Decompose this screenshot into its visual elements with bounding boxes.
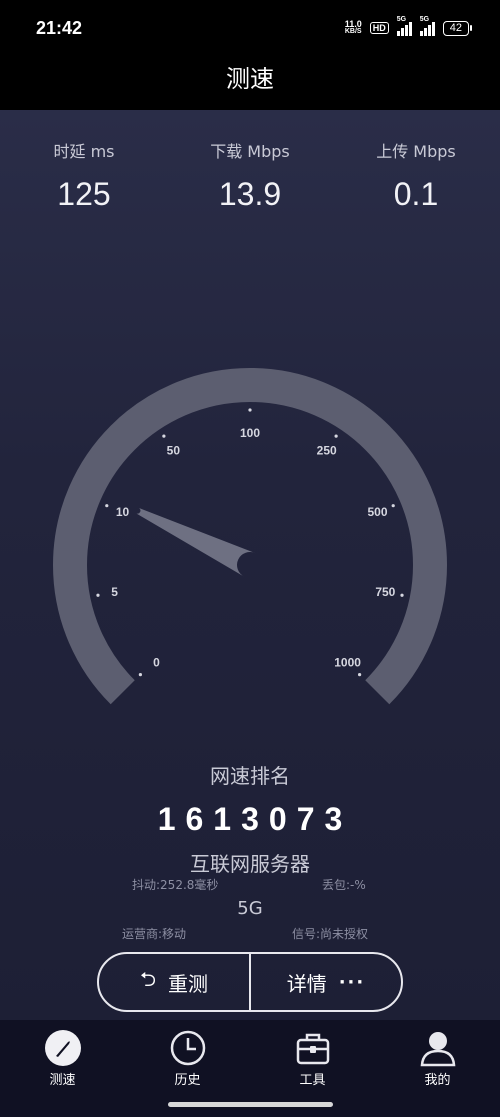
- gauge-tick-label: 500: [367, 505, 387, 519]
- network-type: 5G: [237, 898, 263, 919]
- gauge-tick-label: 1000: [334, 656, 361, 670]
- toolbox-icon: [293, 1028, 333, 1068]
- action-bar: ⮌ 重测 详情 ···: [97, 952, 403, 1012]
- gauge-tick-label: 5: [111, 585, 118, 599]
- gauge-tick-mark: [248, 408, 252, 412]
- user-icon: [418, 1028, 458, 1068]
- speed-test-panel: 时延 ms 125 下载 Mbps 13.9 上传 Mbps 0.1 0 5 10 5…: [0, 110, 500, 1020]
- gauge-tick-label: 0: [153, 656, 160, 670]
- status-bar: 21:42 11.0 KB/S HD 5G 5G 42: [0, 0, 500, 56]
- speedometer-icon: [43, 1028, 83, 1068]
- signal-strength-icon-2: 5G: [419, 16, 435, 36]
- details-label: 详情: [286, 971, 327, 996]
- packet-loss-text: 丢包:-%: [322, 878, 366, 892]
- gauge-tick-mark: [162, 434, 166, 438]
- signal-text: 信号:尚未授权: [292, 927, 369, 941]
- jitter-text: 抖动:252.8毫秒: [132, 878, 219, 892]
- status-time: 21:42: [36, 17, 83, 38]
- status-icons: 11.0 KB/S HD 5G 5G 42: [344, 16, 472, 36]
- tab-tools[interactable]: 工具: [250, 1020, 375, 1092]
- gauge-tick-labels: 0 5 10 50 100 250 500 750 1000: [111, 426, 395, 670]
- operator-text: 运营商:移动: [122, 927, 187, 941]
- signal-strength-icon: 5G: [396, 16, 412, 36]
- home-indicator[interactable]: [168, 1102, 333, 1107]
- rank-block: 网速排名 1613073 互联网服务器: [0, 760, 500, 877]
- server-name: 互联网服务器: [190, 852, 310, 876]
- more-dots-icon: ···: [338, 971, 366, 993]
- rank-title: 网速排名: [210, 764, 290, 788]
- tab-label: 工具: [299, 1073, 326, 1088]
- battery-icon: 42: [442, 20, 472, 36]
- gauge-tick-mark: [358, 673, 362, 677]
- retest-label: 重测: [168, 971, 209, 996]
- gauge-ticks: [96, 408, 404, 677]
- hd-voice-badge: HD: [369, 22, 389, 34]
- gauge-tick-mark: [400, 593, 404, 597]
- rank-value: 1613073: [157, 801, 353, 837]
- tab-label: 历史: [174, 1073, 201, 1088]
- network-speed-indicator: 11.0 KB/S: [344, 19, 362, 36]
- clock-icon: [168, 1028, 208, 1068]
- retest-button[interactable]: ⮌ 重测: [99, 954, 249, 1010]
- details-button[interactable]: 详情 ···: [251, 954, 401, 1010]
- gauge-needle: [136, 507, 256, 577]
- tab-label: 测速: [49, 1073, 76, 1088]
- tab-history[interactable]: 历史: [125, 1020, 250, 1092]
- bottom-tab-bar: 测速 历史 工具 我的: [0, 1020, 500, 1092]
- speedometer-gauge: 0 5 10 50 100 250 500 750 1000: [53, 368, 447, 705]
- gauge-tick-mark: [334, 434, 338, 438]
- tab-speed-test[interactable]: 测速: [0, 1020, 125, 1092]
- tab-label: 我的: [424, 1073, 451, 1088]
- gauge-tick-label: 10: [116, 505, 130, 519]
- page-title: 测速: [0, 56, 500, 110]
- return-arrow-icon: ⮌: [139, 967, 157, 991]
- gauge-tick-mark: [105, 504, 109, 508]
- gauge-tick-mark: [391, 504, 395, 508]
- gauge-tick-label: 250: [317, 443, 337, 457]
- tab-profile[interactable]: 我的: [375, 1020, 500, 1092]
- gauge-tick-mark: [96, 593, 100, 597]
- gauge-tick-label: 750: [375, 585, 395, 599]
- gauge-tick-label: 100: [240, 426, 260, 440]
- gauge-tick-label: 50: [167, 443, 181, 457]
- gauge-tick-mark: [138, 673, 142, 677]
